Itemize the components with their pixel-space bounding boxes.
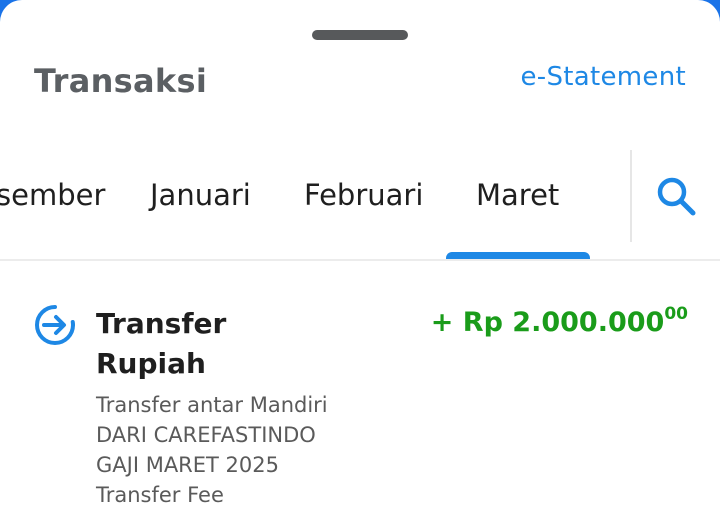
detail-line: Transfer Fee bbox=[96, 483, 224, 507]
transaction-title: Transfer Rupiah bbox=[96, 304, 296, 384]
detail-line: DARI CAREFASTINDO bbox=[96, 423, 316, 447]
month-tabs: sember Januari Februari Maret bbox=[0, 150, 630, 260]
transaction-title-line2: Rupiah bbox=[96, 347, 206, 380]
transaction-details: Transfer antar Mandiri DARI CAREFASTINDO… bbox=[96, 390, 328, 510]
transaction-amount: + Rp 2.000.00000 bbox=[431, 304, 688, 338]
amount-cents: 00 bbox=[664, 304, 688, 324]
transaction-title-line1: Transfer bbox=[96, 307, 227, 340]
estatement-link[interactable]: e-Statement bbox=[521, 62, 687, 92]
tab-maret[interactable]: Maret bbox=[476, 178, 559, 212]
tabs-divider bbox=[630, 150, 632, 242]
tab-desember[interactable]: sember bbox=[0, 178, 105, 212]
tab-februari[interactable]: Februari bbox=[304, 178, 423, 212]
search-icon bbox=[657, 177, 696, 216]
transfer-in-icon bbox=[34, 304, 76, 346]
tab-januari[interactable]: Januari bbox=[150, 178, 251, 212]
detail-line: GAJI MARET 2025 bbox=[96, 453, 279, 477]
header-divider bbox=[0, 259, 720, 261]
detail-line: Transfer antar Mandiri bbox=[96, 393, 328, 417]
transactions-sheet: Transaksi e-Statement sember Januari Feb… bbox=[0, 0, 720, 532]
page-title: Transaksi bbox=[34, 62, 208, 100]
search-button[interactable] bbox=[652, 172, 700, 220]
amount-main: + Rp 2.000.000 bbox=[430, 307, 665, 338]
transaction-item[interactable]: Transfer Rupiah + Rp 2.000.00000 Transfe… bbox=[0, 290, 720, 532]
drag-handle[interactable] bbox=[312, 30, 408, 40]
